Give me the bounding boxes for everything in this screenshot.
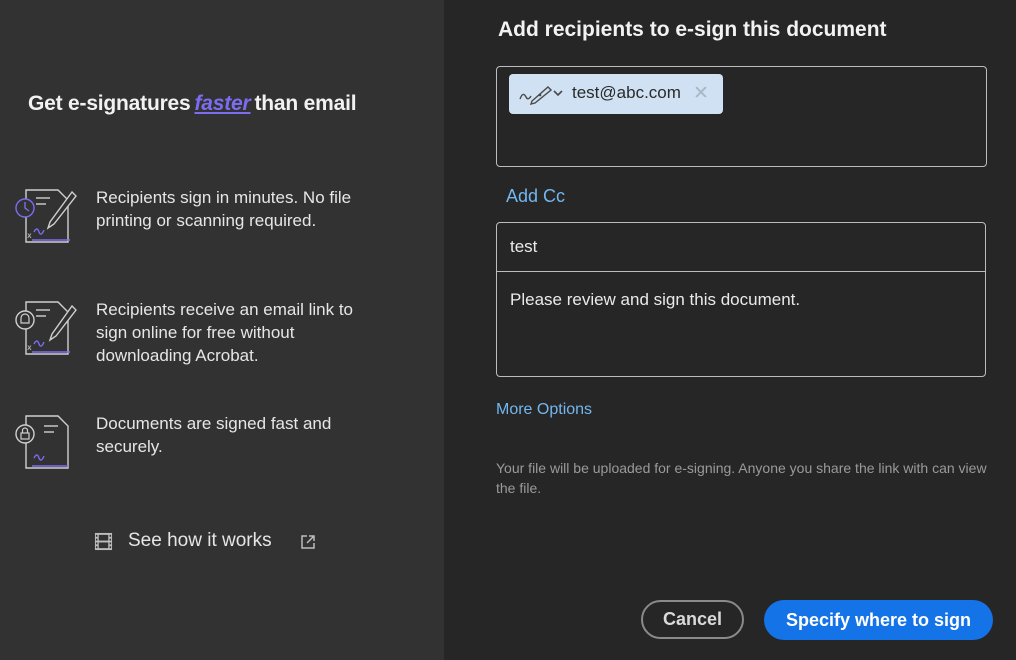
see-how-it-works-link[interactable]: See how it works <box>94 528 334 556</box>
promo-title: Get e-signatures faster than email <box>28 92 357 116</box>
external-link-icon <box>301 535 315 549</box>
message-field[interactable]: Please review and sign this document. <box>510 290 800 310</box>
upload-note: Your file will be uploaded for e-signing… <box>496 460 987 496</box>
feature-item: x Recipients sign in minutes. No file pr… <box>14 186 394 256</box>
specify-where-to-sign-button[interactable]: Specify where to sign <box>764 600 993 640</box>
feature-text: Recipients receive an email link to sign… <box>96 300 354 365</box>
signature-pen-icon[interactable] <box>518 83 552 105</box>
more-options-link[interactable]: More Options <box>496 401 592 419</box>
recipient-chip[interactable]: test@abc.com ✕ <box>509 74 723 114</box>
add-cc-link[interactable]: Add Cc <box>506 186 565 207</box>
promo-title-start: Get e-signatures <box>28 92 191 115</box>
left-panel: Get e-signatures faster than email x Recip… <box>0 0 444 660</box>
document-pen-bell-icon: x <box>15 301 77 355</box>
subject-field[interactable]: test <box>497 223 985 272</box>
feature-item: x Recipients receive an email link to si… <box>14 298 394 368</box>
film-icon <box>94 532 113 551</box>
recipient-email: test@abc.com <box>572 83 681 102</box>
feature-item: Documents are signed fast and securely. <box>14 412 394 482</box>
dialog-title: Add recipients to e-sign this document <box>498 18 887 41</box>
message-box: test Please review and sign this documen… <box>496 222 986 377</box>
svg-text:x: x <box>27 231 32 240</box>
remove-recipient-icon[interactable]: ✕ <box>693 84 709 104</box>
cancel-button[interactable]: Cancel <box>641 600 744 639</box>
document-pen-clock-icon: x <box>15 189 77 243</box>
feature-text: Documents are signed fast and securely. <box>96 414 332 456</box>
promo-title-emphasis: faster <box>194 92 251 115</box>
svg-text:x: x <box>27 343 32 352</box>
promo-title-end: than email <box>254 92 357 115</box>
see-how-it-works-label: See how it works <box>128 530 272 551</box>
recipients-field[interactable]: test@abc.com ✕ <box>496 66 987 167</box>
document-lock-icon <box>15 415 69 469</box>
feature-text: Recipients sign in minutes. No file prin… <box>96 188 352 230</box>
chevron-down-icon[interactable] <box>553 89 563 97</box>
